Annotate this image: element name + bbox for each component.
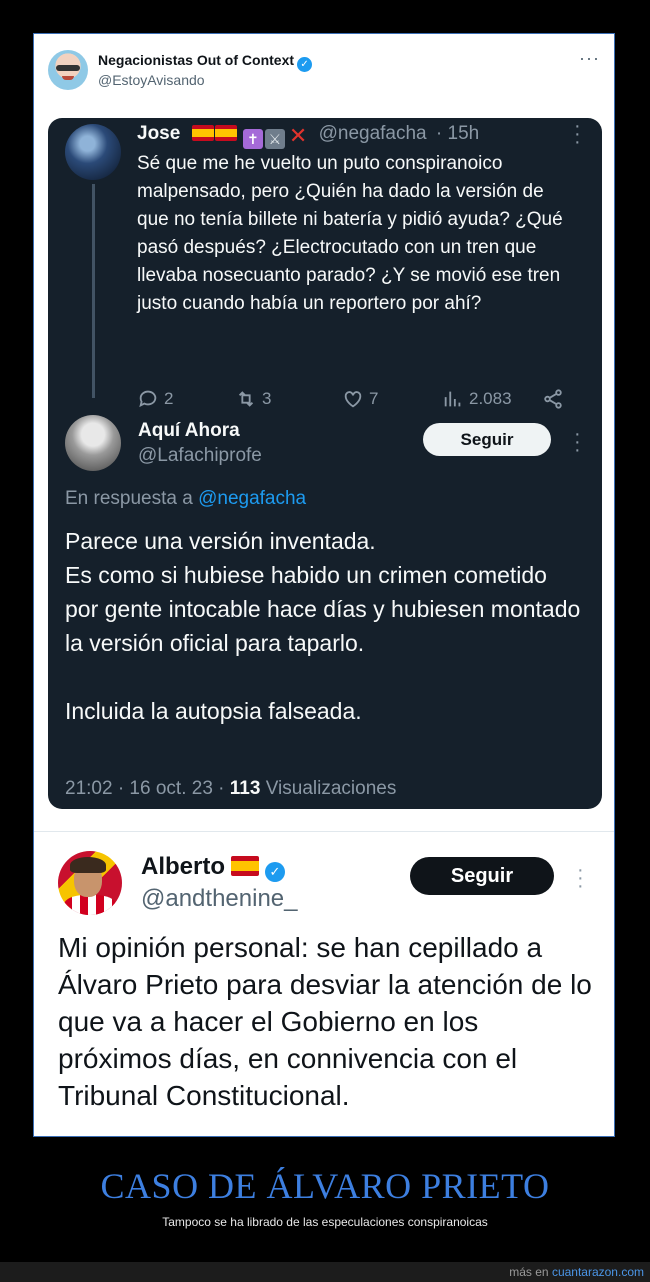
jose-header: Jose ✝ ⚔ ✕ @negafacha · 15h [137,123,479,149]
alberto-tweet-text: Mi opinión personal: se han cepillado a … [58,932,592,1111]
jose-name[interactable]: Jose [137,123,180,144]
footer-bar: más en cuantarazon.com [0,1262,650,1282]
share-icon [544,389,562,409]
reply-count: 2 [164,389,174,408]
caption-subtitle: Tampoco se ha librado de las especulacio… [162,1215,488,1229]
author-name[interactable]: Negacionistas Out of Context ✓ [98,52,313,72]
reply-mention-link[interactable]: @negafacha [198,488,306,509]
jose-avatar[interactable] [65,124,121,180]
cross-mark-icon: ✕ [288,123,308,148]
reply-prefix: En respuesta a [65,488,193,509]
jose-handle[interactable]: @negafacha [319,123,427,144]
aqui-text-line: Incluida la autopsia falseada. [65,698,362,724]
jose-more-icon[interactable]: · · · [574,118,581,152]
more-options-icon[interactable]: ··· [579,48,600,69]
tweet-card: Negacionistas Out of Context ✓ @EstoyAvis… [33,33,615,1137]
share-button[interactable] [542,388,564,410]
jose-time: · 15h [435,123,480,144]
avatar-mouth [62,76,74,80]
aqui-avatar[interactable] [65,415,121,471]
alberto-name[interactable]: Alberto ✓ [141,853,285,882]
name-emoji: ✝ ⚔ ✕ [191,123,308,149]
like-button[interactable]: 7 [342,388,378,410]
spain-flag-icon [191,125,214,141]
reply-button[interactable]: 2 [137,388,173,410]
avatar-shirt [64,895,116,915]
spain-flag-icon [231,856,259,876]
tweet-actions: 2 3 7 2.083 [137,388,577,418]
aqui-tweet-text: Parece una versión inventada. Es como si… [65,524,585,728]
footer-prefix: más en [509,1265,549,1279]
tweet-meta: 21:02 · 16 oct. 23 · 113 Visualizaciones [65,778,396,800]
crossed-swords-icon: ⚔ [264,129,285,149]
embedded-screenshot: Jose ✝ ⚔ ✕ @negafacha · 15h · · · Sé que me … [48,118,602,809]
follow-button[interactable]: Seguir [423,423,551,456]
divider [34,831,614,832]
avatar-glasses [56,65,80,71]
author-name-text: Negacionistas Out of Context [98,52,295,68]
views-button[interactable]: 2.083 [442,388,512,410]
author-handle[interactable]: @EstoyAvisando [98,72,205,88]
verified-icon: ✓ [297,57,313,72]
footer-link[interactable]: cuantarazon.com [552,1265,644,1279]
aqui-text-line: Es como si hubiese habido un crimen come… [65,562,581,656]
reply-icon [139,390,157,408]
heart-icon [344,391,362,408]
aqui-name[interactable]: Aquí Ahora [138,420,240,442]
alberto-avatar[interactable] [58,851,122,915]
views-label: Visualizaciones [265,778,397,799]
alberto-name-text: Alberto [141,853,225,880]
like-count: 7 [369,389,379,408]
alberto-handle[interactable]: @andthenine_ [141,885,298,913]
aqui-more-icon[interactable]: · · · [574,424,581,460]
aqui-handle[interactable]: @Lafachiprofe [138,445,262,467]
retweet-icon [238,391,254,407]
thread-line [92,184,95,398]
views-number: 113 [229,778,261,799]
reply-context: En respuesta a @negafacha [65,488,306,510]
timestamp[interactable]: 21:02 · 16 oct. 23 · [65,778,225,799]
retweet-count: 3 [262,389,272,408]
avatar[interactable] [48,50,88,90]
cross-icon: ✝ [242,129,263,149]
avatar-hair [70,857,106,873]
footer-text: más en cuantarazon.com [509,1265,644,1279]
caption-title: CASO DE ÁLVARO PRIETO [100,1166,550,1206]
retweet-button[interactable]: 3 [235,388,271,410]
spain-flag-icon [214,125,237,141]
views-count: 2.083 [469,389,512,408]
verified-icon: ✓ [265,862,285,882]
follow-button[interactable]: Seguir [410,857,554,895]
views-icon [444,391,461,407]
alberto-more-icon[interactable]: · · · [577,860,584,896]
aqui-text-line: Parece una versión inventada. [65,528,376,554]
jose-tweet-text: Sé que me he vuelto un puto conspiranoic… [137,153,563,314]
